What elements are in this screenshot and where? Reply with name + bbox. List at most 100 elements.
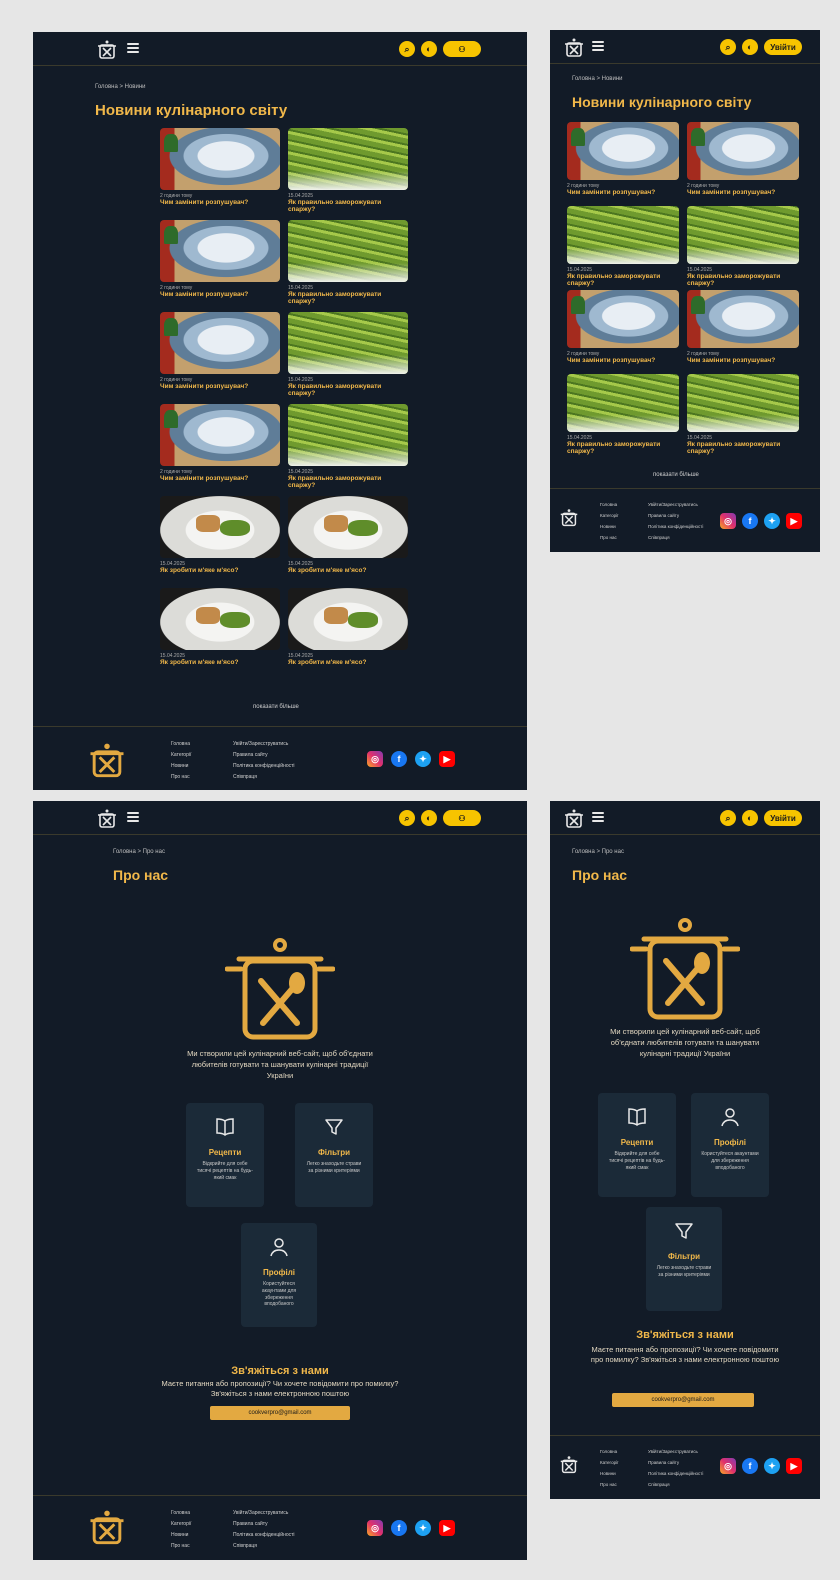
- show-more-link[interactable]: показати більше: [253, 704, 299, 710]
- feature-card-book[interactable]: Рецепти Відкрийте для себе тисячі рецепт…: [598, 1093, 676, 1197]
- email-button[interactable]: cookverpro@gmail.com: [210, 1406, 350, 1420]
- news-card-title[interactable]: Чим замінити розпушувач?: [567, 189, 679, 196]
- news-card-title[interactable]: Чим замінити розпушувач?: [687, 189, 799, 196]
- login-button[interactable]: Увійти: [764, 810, 802, 826]
- footer-link[interactable]: Політика конфіденційності: [233, 1530, 295, 1541]
- pot-logo-icon[interactable]: [95, 807, 119, 831]
- footer-link[interactable]: Політика конфіденційності: [233, 761, 295, 772]
- news-card-image[interactable]: [687, 122, 799, 180]
- footer-link[interactable]: Увійти/Зареєструватись: [648, 499, 703, 510]
- feature-card-filter[interactable]: Фільтри Легко знаходьте страви за різним…: [295, 1103, 373, 1207]
- login-button[interactable]: Увійти: [764, 39, 802, 55]
- news-card-image[interactable]: [160, 588, 280, 650]
- menu-icon[interactable]: [127, 43, 139, 53]
- news-card-image[interactable]: [687, 206, 799, 264]
- news-card-title[interactable]: Як правильно заморожувати спаржу?: [687, 441, 799, 456]
- youtube-icon[interactable]: ▶: [439, 751, 455, 767]
- youtube-icon[interactable]: ▶: [786, 513, 802, 529]
- breadcrumb[interactable]: Головна > Новини: [95, 84, 146, 90]
- footer-link[interactable]: Про нас: [600, 1479, 618, 1490]
- facebook-icon[interactable]: f: [391, 1520, 407, 1536]
- footer-link[interactable]: Увійти/Зареєструватись: [233, 739, 295, 750]
- facebook-icon[interactable]: f: [742, 513, 758, 529]
- theme-toggle-icon[interactable]: ◐: [421, 810, 437, 826]
- search-icon[interactable]: ⌕: [720, 39, 736, 55]
- news-card-image[interactable]: [288, 312, 408, 374]
- news-card-image[interactable]: [687, 290, 799, 348]
- news-card-image[interactable]: [687, 374, 799, 432]
- pot-logo-icon[interactable]: [95, 38, 119, 62]
- user-icon[interactable]: ⚇: [443, 41, 481, 57]
- feature-card-filter[interactable]: Фільтри Легко знаходьте страви за різним…: [646, 1207, 722, 1311]
- news-card-title[interactable]: Як зробити м'яке м'ясо?: [288, 567, 408, 574]
- footer-link[interactable]: Новини: [171, 761, 191, 772]
- footer-link[interactable]: Політика конфіденційності: [648, 521, 703, 532]
- footer-link[interactable]: Категорії: [171, 750, 191, 761]
- news-card-title[interactable]: Як зробити м'яке м'ясо?: [160, 659, 280, 666]
- instagram-icon[interactable]: ◎: [367, 751, 383, 767]
- footer-link[interactable]: Новини: [600, 1468, 618, 1479]
- news-card-title[interactable]: Чим замінити розпушувач?: [160, 383, 280, 390]
- footer-link[interactable]: Правила сайту: [648, 1457, 703, 1468]
- news-card-title[interactable]: Чим замінити розпушувач?: [160, 291, 280, 298]
- youtube-icon[interactable]: ▶: [786, 1458, 802, 1474]
- footer-link[interactable]: Увійти/Зареєструватись: [233, 1508, 295, 1519]
- news-card-title[interactable]: Як правильно заморожувати спаржу?: [288, 199, 408, 214]
- facebook-icon[interactable]: f: [742, 1458, 758, 1474]
- news-card-image[interactable]: [288, 496, 408, 558]
- news-card-image[interactable]: [567, 206, 679, 264]
- footer-link[interactable]: Правила сайту: [648, 510, 703, 521]
- news-card-image[interactable]: [160, 128, 280, 190]
- news-card-title[interactable]: Чим замінити розпушувач?: [160, 475, 280, 482]
- news-card-image[interactable]: [160, 496, 280, 558]
- footer-link[interactable]: Категорії: [600, 1457, 618, 1468]
- show-more-link[interactable]: показати більше: [653, 472, 699, 478]
- news-card-title[interactable]: Чим замінити розпушувач?: [160, 199, 280, 206]
- footer-link[interactable]: Категорії: [171, 1519, 191, 1530]
- news-card-title[interactable]: Чим замінити розпушувач?: [567, 357, 679, 364]
- news-card-image[interactable]: [288, 220, 408, 282]
- footer-link[interactable]: Правила сайту: [233, 1519, 295, 1530]
- instagram-icon[interactable]: ◎: [367, 1520, 383, 1536]
- facebook-icon[interactable]: f: [391, 751, 407, 767]
- theme-toggle-icon[interactable]: ◐: [742, 39, 758, 55]
- footer-link[interactable]: Головна: [171, 739, 191, 750]
- footer-link[interactable]: Увійти/Зареєструватись: [648, 1446, 703, 1457]
- search-icon[interactable]: ⌕: [399, 810, 415, 826]
- feature-card-user[interactable]: Профілі Користуйтеся акаунтами для збере…: [241, 1223, 317, 1327]
- breadcrumb[interactable]: Головна > Про нас: [113, 849, 165, 855]
- instagram-icon[interactable]: ◎: [720, 513, 736, 529]
- news-card-title[interactable]: Як правильно заморожувати спаржу?: [567, 273, 679, 288]
- news-card-title[interactable]: Як правильно заморожувати спаржу?: [687, 273, 799, 288]
- footer-link[interactable]: Головна: [600, 499, 618, 510]
- pot-logo-icon[interactable]: [562, 36, 586, 60]
- footer-link[interactable]: Про нас: [171, 772, 191, 783]
- footer-link[interactable]: Про нас: [171, 1541, 191, 1552]
- footer-link[interactable]: Новини: [171, 1530, 191, 1541]
- user-icon[interactable]: ⚇: [443, 810, 481, 826]
- twitter-icon[interactable]: ✦: [415, 751, 431, 767]
- footer-link[interactable]: Головна: [600, 1446, 618, 1457]
- footer-link[interactable]: Правила сайту: [233, 750, 295, 761]
- footer-link[interactable]: Співпраця: [233, 772, 295, 783]
- breadcrumb[interactable]: Головна > Новини: [572, 76, 623, 82]
- news-card-image[interactable]: [288, 404, 408, 466]
- news-card-image[interactable]: [567, 290, 679, 348]
- news-card-image[interactable]: [567, 374, 679, 432]
- twitter-icon[interactable]: ✦: [415, 1520, 431, 1536]
- menu-icon[interactable]: [592, 41, 604, 51]
- search-icon[interactable]: ⌕: [399, 41, 415, 57]
- twitter-icon[interactable]: ✦: [764, 1458, 780, 1474]
- theme-toggle-icon[interactable]: ◐: [742, 810, 758, 826]
- feature-card-book[interactable]: Рецепти Відкрийте для себе тисячі рецепт…: [186, 1103, 264, 1207]
- footer-link[interactable]: Головна: [171, 1508, 191, 1519]
- news-card-title[interactable]: Як правильно заморожувати спаржу?: [288, 383, 408, 398]
- news-card-image[interactable]: [160, 312, 280, 374]
- news-card-image[interactable]: [160, 220, 280, 282]
- news-card-image[interactable]: [288, 128, 408, 190]
- instagram-icon[interactable]: ◎: [720, 1458, 736, 1474]
- news-card-image[interactable]: [288, 588, 408, 650]
- footer-link[interactable]: Про нас: [600, 532, 618, 543]
- search-icon[interactable]: ⌕: [720, 810, 736, 826]
- footer-link[interactable]: Політика конфіденційності: [648, 1468, 703, 1479]
